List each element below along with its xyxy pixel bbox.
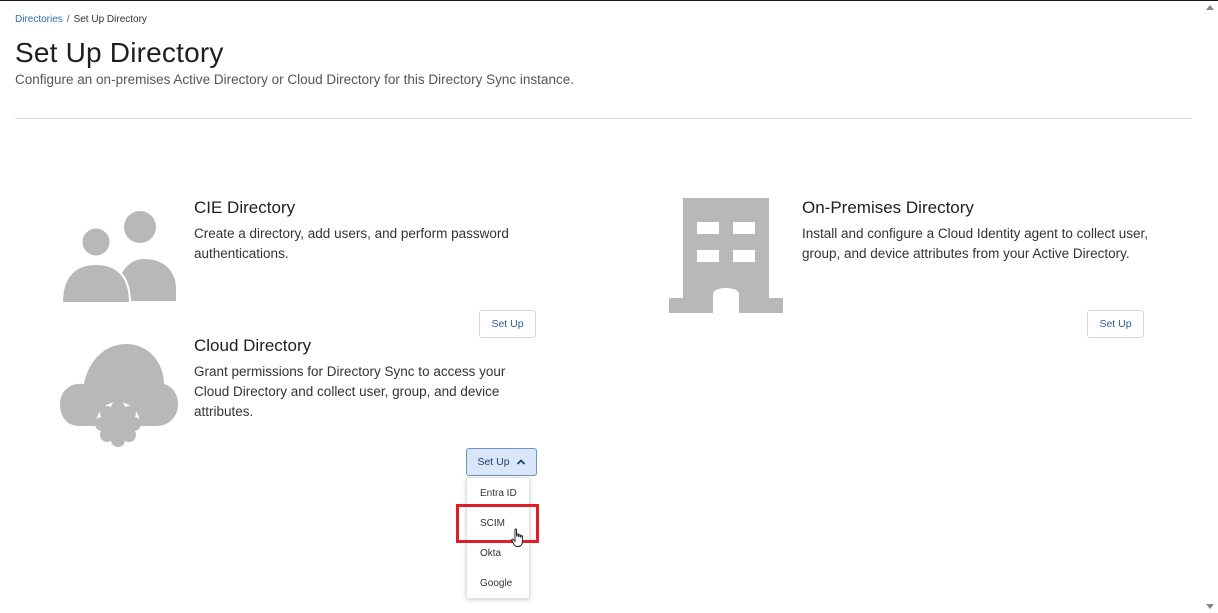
cloud-gear-icon — [60, 344, 178, 447]
on-premises-directory-title: On-Premises Directory — [802, 198, 974, 217]
scroll-up-arrow[interactable] — [1206, 5, 1214, 10]
breadcrumb: Directories / Set Up Directory — [15, 14, 147, 25]
building-icon — [669, 198, 783, 314]
cloud-setup-button[interactable]: Set Up — [466, 448, 537, 476]
hand-cursor-icon — [511, 528, 524, 547]
cie-directory-title: CIE Directory — [194, 198, 296, 217]
page-title: Set Up Directory — [15, 37, 224, 68]
header-divider — [15, 118, 1192, 119]
scroll-down-arrow[interactable] — [1206, 604, 1214, 609]
breadcrumb-link-directories[interactable]: Directories — [15, 14, 63, 25]
breadcrumb-separator: / — [66, 14, 70, 25]
on-premises-directory-description: Install and configure a Cloud Identity a… — [802, 226, 1148, 261]
cloud-directory-description: Grant permissions for Directory Sync to … — [194, 364, 506, 419]
cloud-setup-button-label: Set Up — [477, 456, 510, 468]
menu-item-google[interactable]: Google — [467, 568, 529, 598]
users-icon — [60, 211, 176, 304]
cie-setup-button[interactable]: Set Up — [479, 310, 536, 338]
chevron-up-icon — [516, 459, 525, 465]
cloud-directory-title: Cloud Directory — [194, 336, 312, 355]
highlight-box — [456, 504, 539, 543]
breadcrumb-current: Set Up Directory — [73, 14, 147, 25]
page-subtitle: Configure an on-premises Active Director… — [15, 72, 574, 87]
cie-directory-description: Create a directory, add users, and perfo… — [194, 226, 509, 261]
on-premises-setup-button[interactable]: Set Up — [1087, 310, 1144, 338]
